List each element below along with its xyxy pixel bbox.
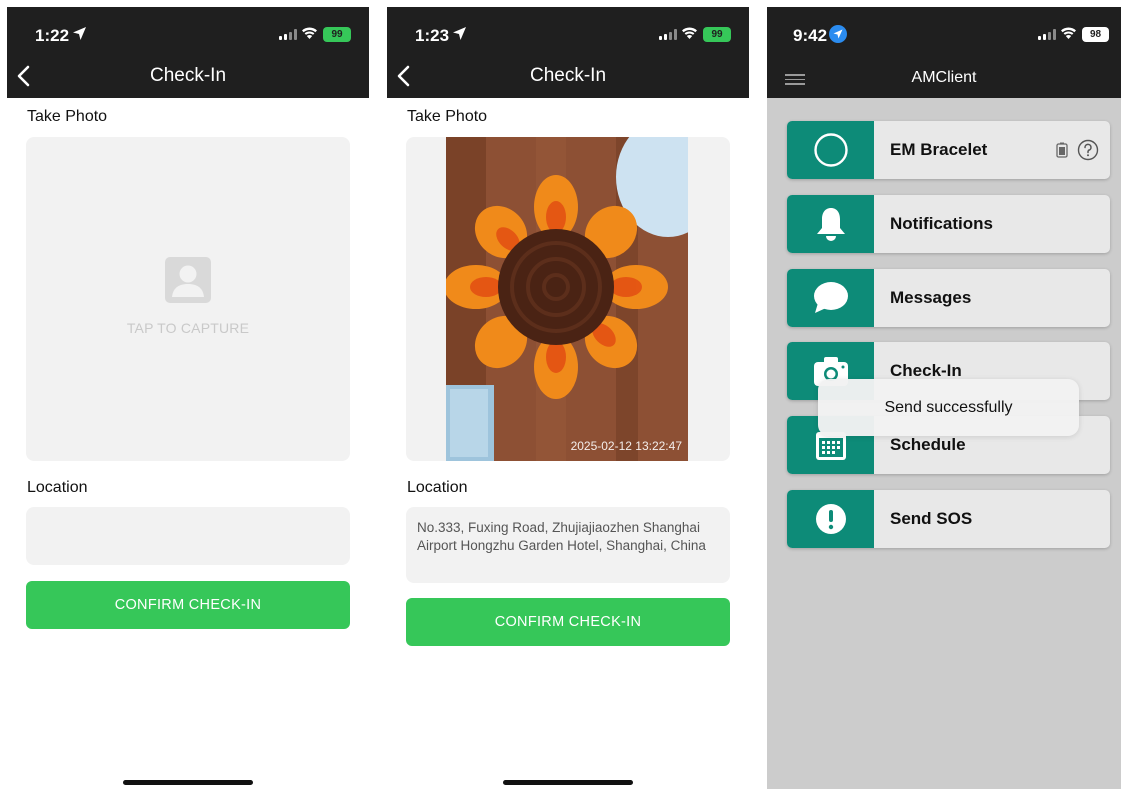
amclient-home-screen: 9:42 98 AMClient EM Bracelet Notificatio… bbox=[767, 7, 1121, 789]
location-arrow-icon bbox=[829, 25, 847, 43]
checkin-screen-filled: 1:23 99 Check-In Take Photo 2025-02-12 1… bbox=[387, 7, 749, 789]
toast-message: Send successfully bbox=[818, 379, 1079, 436]
menu-item-send-sos[interactable]: Send SOS bbox=[787, 490, 1110, 548]
menu-item-label: Schedule bbox=[890, 435, 966, 454]
photo-timestamp: 2025-02-12 13:22:47 bbox=[570, 439, 682, 453]
page-title: Check-In bbox=[149, 65, 227, 86]
confirm-checkin-button[interactable]: CONFIRM CHECK-IN bbox=[406, 598, 730, 646]
person-placeholder-icon bbox=[165, 257, 211, 303]
checkin-screen-empty: 1:22 99 Check-In Take Photo TAP TO CAPTU… bbox=[7, 7, 369, 789]
location-field[interactable] bbox=[26, 507, 350, 565]
tap-to-capture-text: TAP TO CAPTURE bbox=[126, 320, 250, 336]
battery-icon: 98 bbox=[1082, 27, 1109, 42]
location-label: Location bbox=[27, 479, 88, 496]
wifi-icon bbox=[682, 27, 697, 39]
location-label: Location bbox=[407, 479, 468, 496]
menu-item-label: Send SOS bbox=[890, 509, 973, 528]
menu-item-label: Notifications bbox=[890, 214, 993, 233]
location-value: No.333, Fuxing Road, Zhujiajiaozhen Shan… bbox=[417, 520, 706, 553]
take-photo-label: Take Photo bbox=[407, 108, 488, 125]
help-icon[interactable] bbox=[1077, 139, 1099, 161]
photo-capture-area[interactable]: TAP TO CAPTURE bbox=[26, 137, 350, 461]
location-arrow-icon bbox=[73, 27, 86, 40]
nav-bar: 1:22 99 Check-In bbox=[7, 7, 369, 98]
exclamation-icon bbox=[815, 504, 846, 534]
wifi-icon bbox=[1061, 27, 1076, 39]
signal-icon bbox=[1038, 29, 1056, 40]
nav-bar: 1:23 99 Check-In bbox=[387, 7, 749, 98]
menu-item-messages[interactable]: Messages bbox=[787, 269, 1110, 327]
bell-icon bbox=[816, 208, 845, 241]
menu-item-em-bracelet[interactable]: EM Bracelet bbox=[787, 121, 1110, 179]
menu-item-label: Messages bbox=[890, 288, 972, 307]
location-arrow-icon bbox=[453, 27, 466, 40]
wifi-icon bbox=[302, 27, 317, 39]
signal-icon bbox=[279, 29, 297, 40]
signal-icon bbox=[659, 29, 677, 40]
confirm-checkin-button[interactable]: CONFIRM CHECK-IN bbox=[26, 581, 350, 629]
chat-bubble-icon bbox=[813, 282, 848, 313]
menu-item-label: Check-In bbox=[890, 361, 962, 380]
menu-item-notifications[interactable]: Notifications bbox=[787, 195, 1110, 253]
battery-icon: 99 bbox=[323, 27, 351, 42]
captured-photo: 2025-02-12 13:22:47 bbox=[446, 137, 688, 461]
circle-icon bbox=[813, 133, 848, 167]
status-time: 1:22 bbox=[35, 26, 70, 45]
battery-status-icon bbox=[1056, 142, 1068, 158]
page-title: Check-In bbox=[529, 65, 607, 86]
sunflower-photo-image bbox=[446, 137, 688, 461]
app-title: AMClient bbox=[911, 69, 977, 86]
photo-capture-area[interactable]: 2025-02-12 13:22:47 bbox=[406, 137, 730, 461]
nav-bar: 9:42 98 AMClient bbox=[767, 7, 1121, 98]
location-field[interactable]: No.333, Fuxing Road, Zhujiajiaozhen Shan… bbox=[406, 507, 730, 583]
home-indicator bbox=[503, 780, 633, 785]
status-time: 9:42 bbox=[793, 26, 828, 45]
menu-item-label: EM Bracelet bbox=[890, 140, 988, 159]
battery-icon: 99 bbox=[703, 27, 731, 42]
status-time: 1:23 bbox=[415, 26, 450, 45]
take-photo-label: Take Photo bbox=[27, 108, 108, 125]
home-indicator bbox=[123, 780, 253, 785]
